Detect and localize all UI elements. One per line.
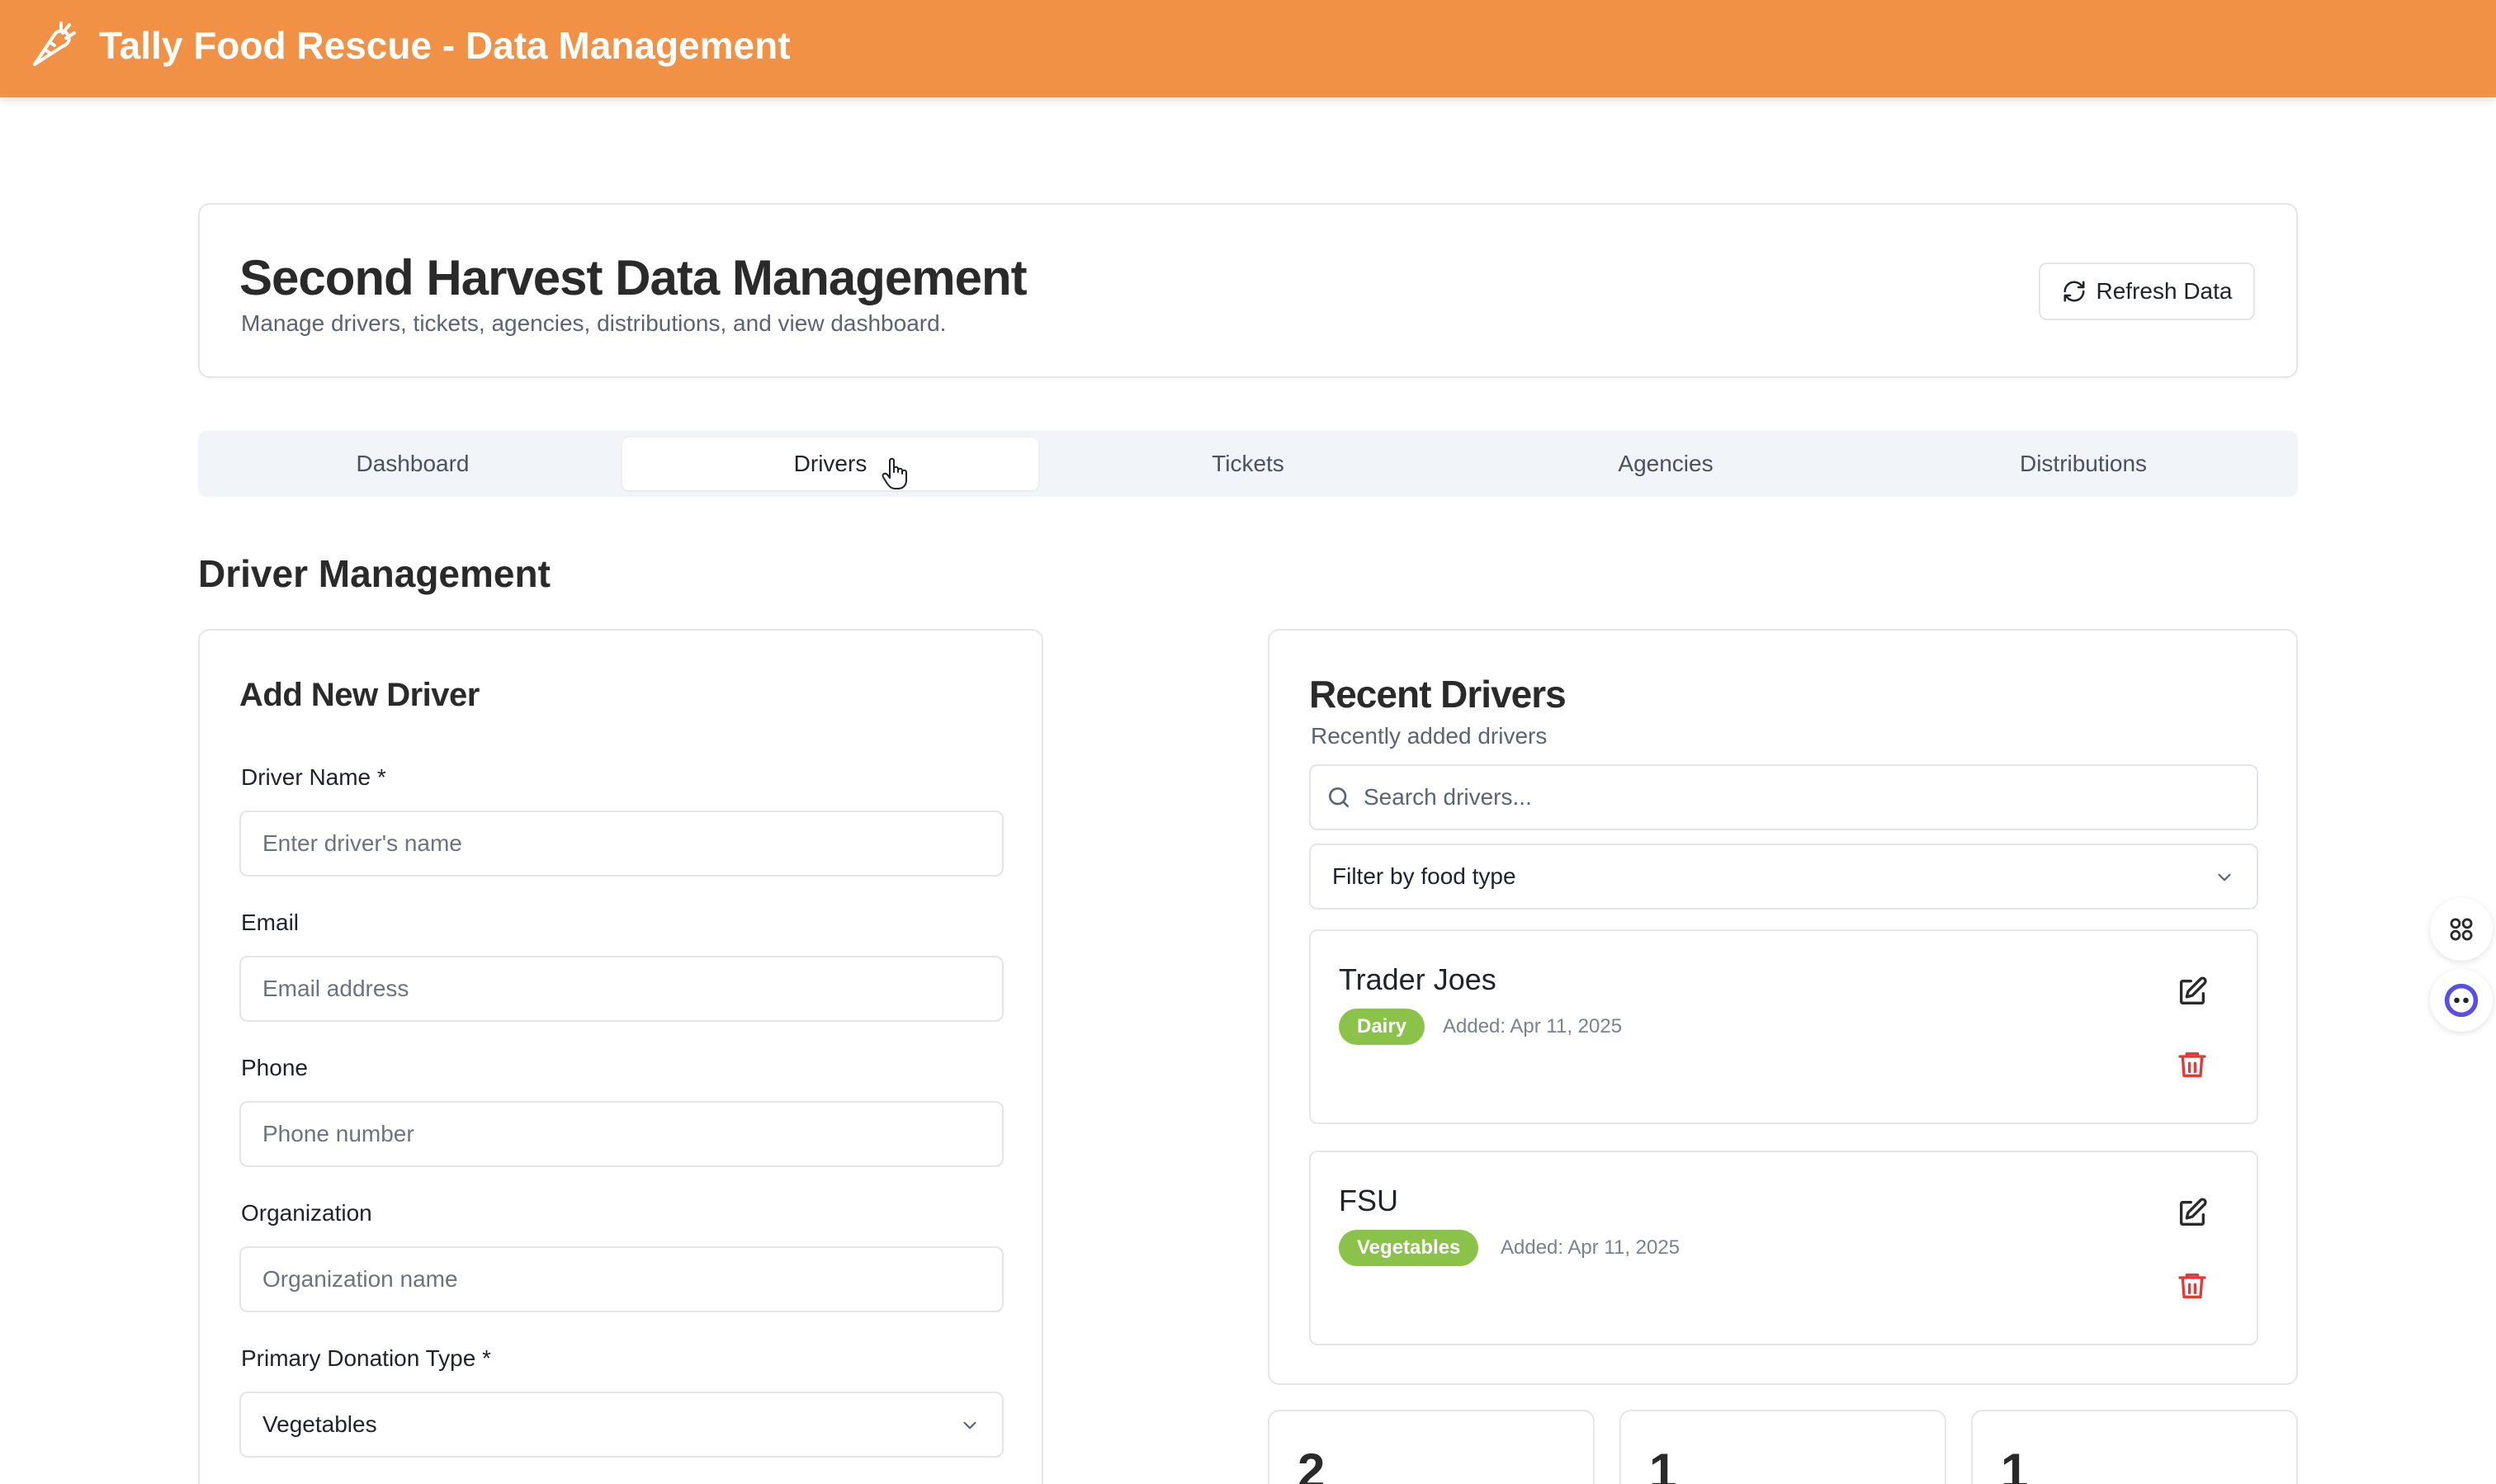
donation-type-select[interactable]: Vegetables	[239, 1392, 1004, 1458]
phone-label: Phone	[241, 1055, 308, 1080]
edit-icon[interactable]	[2176, 976, 2209, 1009]
stat-value: 1	[2001, 1444, 2029, 1484]
grid-icon	[2450, 918, 2473, 941]
food-type-badge: Dairy	[1339, 1009, 1425, 1045]
recent-drivers-subtitle: Recently added drivers	[1311, 723, 1548, 749]
stat-card: 1	[1971, 1410, 2298, 1484]
refresh-icon	[2063, 281, 2085, 302]
tab-tickets[interactable]: Tickets	[1040, 437, 1456, 490]
driver-added-date: Added: Apr 11, 2025	[1501, 1236, 1681, 1259]
driver-search[interactable]	[1309, 764, 2258, 830]
hand-cursor-icon	[882, 457, 911, 490]
email-label: Email	[241, 910, 300, 935]
donation-type-value: Vegetables	[262, 1411, 377, 1437]
stat-card-total: 2	[1268, 1410, 1595, 1484]
recent-drivers-title: Recent Drivers	[1309, 673, 1567, 716]
tab-distributions[interactable]: Distributions	[1875, 437, 2291, 490]
section-title: Driver Management	[198, 552, 551, 595]
driver-name-label: Driver Name *	[241, 764, 386, 790]
edit-icon[interactable]	[2176, 1197, 2209, 1230]
food-type-badge: Vegetables	[1339, 1230, 1479, 1266]
app-title: Tally Food Rescue - Data Management	[99, 24, 791, 67]
driver-name: Trader Joes	[1339, 962, 1496, 996]
assistant-button[interactable]	[2430, 969, 2493, 1032]
phone-input[interactable]	[239, 1101, 1004, 1167]
recent-drivers-card: Recent Drivers Recently added drivers Fi…	[1268, 629, 2298, 1385]
top-app-bar: Tally Food Rescue - Data Management	[0, 0, 2496, 97]
search-icon	[1329, 787, 1349, 807]
tab-dashboard[interactable]: Dashboard	[205, 437, 621, 490]
refresh-data-label: Refresh Data	[2096, 278, 2233, 304]
food-type-filter-label: Filter by food type	[1332, 863, 1516, 889]
driver-name-input[interactable]	[239, 811, 1004, 877]
trash-icon[interactable]	[2176, 1269, 2209, 1302]
food-type-filter[interactable]: Filter by food type	[1309, 844, 2258, 910]
trash-icon[interactable]	[2176, 1048, 2209, 1081]
organization-input[interactable]	[239, 1246, 1004, 1312]
stat-value: 2	[1298, 1444, 1326, 1484]
page-header-card: Second Harvest Data Management Manage dr…	[198, 203, 2298, 378]
page-title: Second Harvest Data Management	[239, 250, 1028, 305]
page-subtitle: Manage drivers, tickets, agencies, distr…	[241, 310, 947, 336]
floating-side-panel	[2423, 898, 2496, 1032]
stat-value: 1	[1649, 1444, 1677, 1484]
main-tabs: Dashboard Drivers Tickets Agencies Distr…	[198, 431, 2298, 497]
apps-grid-button[interactable]	[2430, 898, 2493, 961]
driver-list-item: FSU Vegetables Added: Apr 11, 2025	[1309, 1151, 2258, 1345]
assistant-face-icon	[2444, 983, 2479, 1018]
tab-drivers[interactable]: Drivers	[622, 437, 1038, 490]
driver-added-date: Added: Apr 11, 2025	[1443, 1015, 1623, 1037]
carrot-icon	[26, 18, 79, 71]
search-input[interactable]	[1364, 777, 2238, 817]
chevron-down-icon	[2218, 873, 2231, 881]
tab-agencies[interactable]: Agencies	[1458, 437, 1874, 490]
donation-type-label: Primary Donation Type *	[241, 1345, 491, 1371]
add-driver-form: Add New Driver Driver Name * Email Phone…	[198, 629, 1043, 1484]
refresh-data-button[interactable]: Refresh Data	[2039, 262, 2255, 320]
email-input[interactable]	[239, 956, 1004, 1022]
form-title: Add New Driver	[239, 677, 480, 713]
chevron-down-icon	[963, 1421, 976, 1430]
organization-label: Organization	[241, 1200, 372, 1226]
driver-name: FSU	[1339, 1184, 1398, 1217]
driver-list-item: Trader Joes Dairy Added: Apr 11, 2025	[1309, 929, 2258, 1124]
stat-card: 1	[1619, 1410, 1946, 1484]
